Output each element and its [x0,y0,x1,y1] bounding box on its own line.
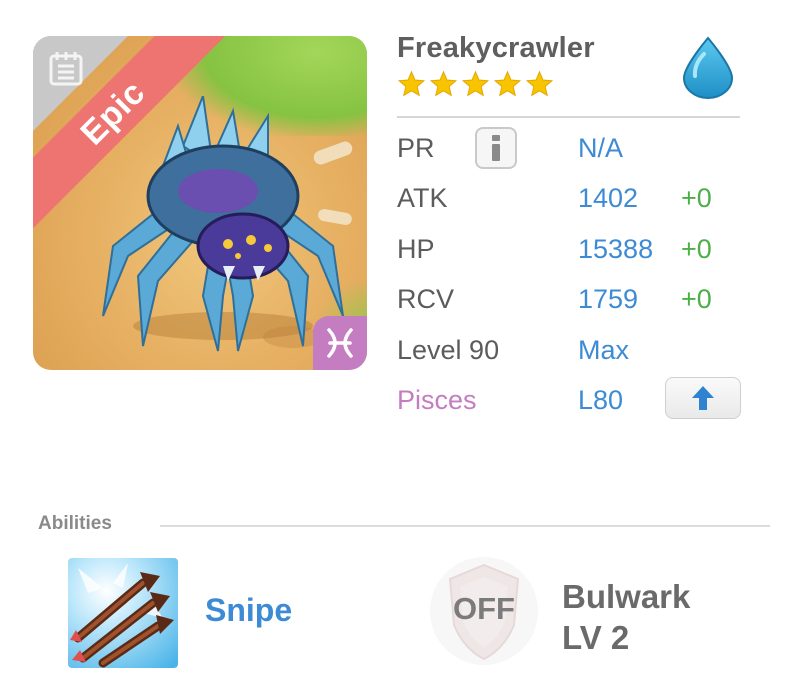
star-rating [397,70,554,99]
stat-bonus: +0 [681,284,712,314]
stat-bonus: +0 [681,183,712,213]
stat-value: 1759 [578,284,639,314]
star-icon [461,70,490,97]
monster-portrait [102,96,344,352]
stat-value: N/A [578,133,624,163]
stat-row-rcv: RCV 1759 +0 [397,284,757,324]
star-icon [493,70,522,97]
stat-row-level: Level 90 Max [397,335,757,375]
star-icon [397,70,426,97]
ability-level: LV 2 [562,619,630,656]
stat-value: 1402 [578,183,639,213]
stat-label: Level 90 [397,335,500,365]
abilities-divider [160,525,770,527]
stat-label: PR [397,133,435,163]
ability-name-snipe: Snipe [205,592,293,628]
bulwark-ability[interactable]: OFF [428,555,540,667]
ability-name-bulwark: Bulwark LV 2 [562,576,690,658]
pisces-icon [327,328,353,358]
star-icon [429,70,458,97]
ability-state: OFF [453,591,515,626]
stat-row-pr: PR N/A [397,127,757,173]
zodiac-label: Pisces [397,385,477,415]
monster-card[interactable]: Epic [33,36,367,370]
info-button[interactable] [475,127,517,169]
star-icon [525,70,554,97]
ability-name-line: Bulwark [562,578,691,615]
stat-label: ATK [397,183,448,213]
stat-label: HP [397,234,435,264]
stat-row-hp: HP 15388 +0 [397,234,757,274]
stat-value: L80 [578,385,624,415]
stat-label: RCV [397,284,455,314]
arrow-up-icon [692,386,714,410]
arrows-icon[interactable] [68,558,178,668]
zodiac-badge [313,316,367,370]
stat-row-zodiac: Pisces L80 [397,377,757,425]
water-drop-icon [682,36,734,99]
stat-value: Max [578,335,630,365]
divider [397,116,740,118]
info-icon [492,135,500,161]
upgrade-button[interactable] [665,377,741,419]
stat-row-atk: ATK 1402 +0 [397,183,757,223]
stat-value: 15388 [578,234,654,264]
stat-bonus: +0 [681,234,712,264]
monster-name: Freakycrawler [397,32,595,64]
abilities-heading: Abilities [38,513,112,534]
notebook-icon[interactable] [47,50,85,88]
